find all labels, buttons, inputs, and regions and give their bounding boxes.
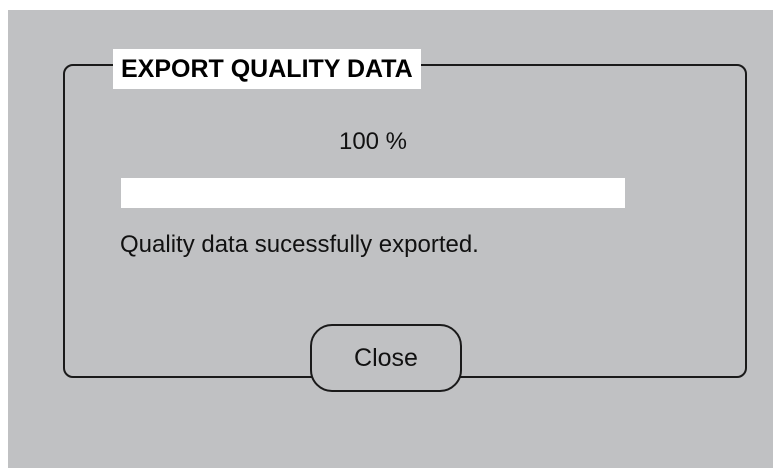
dialog-title: EXPORT QUALITY DATA	[113, 49, 421, 89]
progress-bar	[121, 178, 625, 208]
export-screen: EXPORT QUALITY DATA 100 % Quality data s…	[8, 10, 773, 468]
progress-bar-fill	[121, 178, 625, 208]
status-message: Quality data sucessfully exported.	[120, 231, 479, 258]
close-button[interactable]: Close	[310, 324, 462, 392]
progress-percent-label: 100 %	[338, 128, 408, 155]
